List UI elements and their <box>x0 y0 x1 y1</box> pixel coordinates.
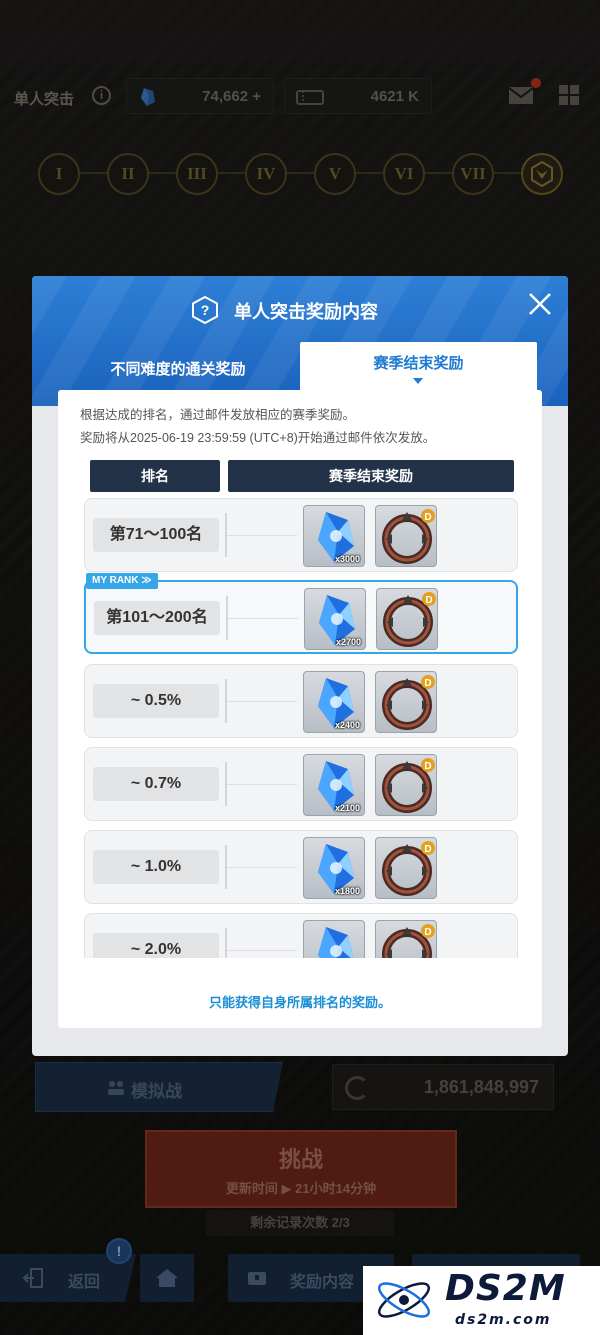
header-season-reward: 赛季结束奖励 <box>228 460 514 492</box>
rank-label: ~ 0.7% <box>93 767 219 801</box>
reward-row: ~ 0.5% x2400 D <box>84 664 518 738</box>
header-rank: 排名 <box>90 460 220 492</box>
rank-label: ~ 0.5% <box>93 684 219 718</box>
rank-label: ~ 2.0% <box>93 933 219 958</box>
watermark: DS2M ds2m.com <box>363 1266 600 1335</box>
gem-reward-item[interactable]: x2100 <box>303 754 365 816</box>
reward-list[interactable]: 第71～100名 x3000 D MY RANK ≫ 第101～200名 x2700 D ~ … <box>82 494 522 958</box>
row-connector <box>227 867 297 868</box>
frame-grade-letter: D <box>424 927 431 938</box>
frame-grade-letter: D <box>425 595 432 606</box>
gem-quantity: x2100 <box>334 803 360 813</box>
ring-frame-icon: D <box>382 841 435 896</box>
frame-grade-letter: D <box>424 761 431 772</box>
frame-grade-letter: D <box>424 844 431 855</box>
reward-row: 第71～100名 x3000 D <box>84 498 518 572</box>
description-line-1: 根据达成的排名，通过邮件发放相应的赛季奖励。 <box>80 408 356 422</box>
description-line-2: 奖励将从2025-06-19 23:59:59 (UTC+8)开始通过邮件依次发… <box>80 431 436 445</box>
gem-reward-item[interactable] <box>303 920 365 958</box>
my-rank-tag: MY RANK ≫ <box>86 573 158 589</box>
tab-clear-rewards-label: 不同难度的通关奖励 <box>110 361 246 378</box>
tab-active-indicator <box>413 378 423 384</box>
reward-row: ~ 2.0% D <box>84 913 518 958</box>
ring-frame-icon: D <box>382 758 435 813</box>
watermark-url: ds2m.com <box>455 1312 552 1328</box>
ring-frame-icon: D <box>382 924 435 958</box>
reward-modal: ? 单人突击奖励内容 不同难度的通关奖励 赛季结束奖励 根据达成的排名，通过邮件… <box>32 276 568 1056</box>
atom-logo-icon <box>377 1282 431 1318</box>
tab-season-rewards-label: 赛季结束奖励 <box>373 355 464 372</box>
tab-clear-rewards[interactable]: 不同难度的通关奖励 <box>58 346 298 390</box>
row-divider <box>225 928 227 958</box>
gem-reward-item[interactable]: x1800 <box>303 837 365 899</box>
frame-reward-item[interactable]: D <box>375 837 437 899</box>
frame-grade-letter: D <box>424 678 431 689</box>
row-connector <box>227 784 297 785</box>
frame-reward-item[interactable]: D <box>375 754 437 816</box>
ring-frame-icon: D <box>382 509 435 564</box>
gem-quantity: x2700 <box>335 637 361 647</box>
gem-reward-item[interactable]: x2400 <box>303 671 365 733</box>
rank-label: ~ 1.0% <box>93 850 219 884</box>
ring-frame-icon: D <box>383 592 436 647</box>
gem-quantity: x2400 <box>334 720 360 730</box>
blue-crystal-icon <box>318 927 354 958</box>
frame-reward-item[interactable]: D <box>375 920 437 958</box>
row-connector <box>227 950 297 951</box>
gem-reward-item[interactable]: x3000 <box>303 505 365 567</box>
season-reward-panel: 根据达成的排名，通过邮件发放相应的赛季奖励。 奖励将从2025-06-19 23… <box>58 390 542 1028</box>
frame-reward-item[interactable]: D <box>375 671 437 733</box>
row-connector <box>228 618 298 619</box>
close-icon[interactable] <box>526 290 554 318</box>
reward-row: ~ 1.0% x1800 D <box>84 830 518 904</box>
frame-grade-letter: D <box>424 512 431 523</box>
modal-header: ? 单人突击奖励内容 不同难度的通关奖励 赛季结束奖励 <box>32 276 568 406</box>
gem-quantity: x3000 <box>334 554 360 564</box>
gem-reward-item[interactable]: x2700 <box>304 588 366 650</box>
reward-row: ~ 0.7% x2100 D <box>84 747 518 821</box>
svg-text:?: ? <box>201 302 210 318</box>
ring-frame-icon: D <box>382 675 435 730</box>
gem-quantity: x1800 <box>334 886 360 896</box>
reward-row: MY RANK ≫ 第101～200名 x2700 D <box>84 573 518 654</box>
watermark-title: DS2M <box>445 1268 566 1309</box>
modal-title: 单人突击奖励内容 <box>234 302 378 322</box>
frame-reward-item[interactable]: D <box>376 588 438 650</box>
rank-label: 第101～200名 <box>94 601 220 635</box>
help-icon[interactable]: ? <box>192 296 218 324</box>
rank-label: 第71～100名 <box>93 518 219 552</box>
frame-reward-item[interactable]: D <box>375 505 437 567</box>
footnote: 只能获得自身所属排名的奖励。 <box>208 995 391 1010</box>
row-connector <box>227 701 297 702</box>
row-connector <box>227 535 297 536</box>
